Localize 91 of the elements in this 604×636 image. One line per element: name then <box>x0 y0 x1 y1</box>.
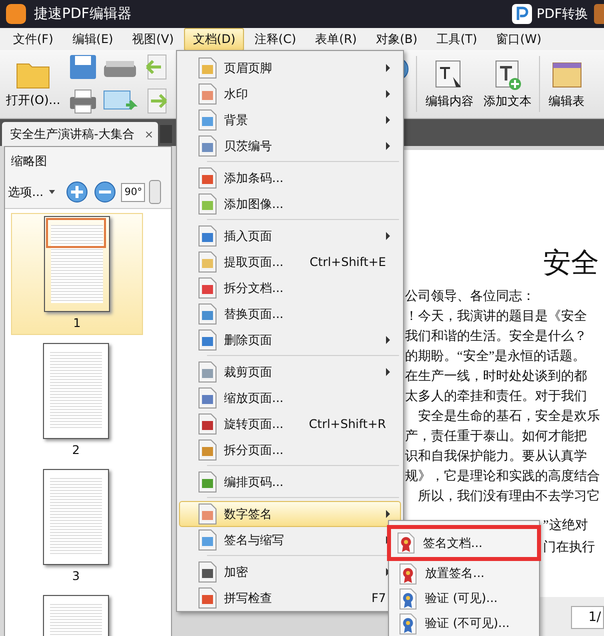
document-icon <box>198 251 218 273</box>
document-icon <box>198 57 218 79</box>
edit-form-button[interactable]: 编辑表 <box>546 58 586 110</box>
menu-item[interactable]: 编排页码... <box>179 469 401 495</box>
document-icon <box>198 387 218 409</box>
document-icon <box>198 503 218 525</box>
logo-icon <box>510 3 533 25</box>
menu-item[interactable]: 放置签名... <box>389 561 539 586</box>
page-number: 2 <box>72 442 80 459</box>
menu-item[interactable]: 添加条码... <box>179 165 401 191</box>
document-text: 公司领导、各位同志： <box>405 287 536 305</box>
document-icon <box>198 135 218 157</box>
document-icon <box>198 413 218 435</box>
document-text: 太多人的牵挂和责任。对于我们 <box>405 387 588 405</box>
menu-item[interactable]: 添加图像... <box>179 191 401 217</box>
page-number-field[interactable]: 1/ <box>571 606 604 628</box>
menu-item[interactable]: 工具(T) <box>427 28 486 50</box>
document-icon <box>198 529 218 551</box>
ribbon-icon <box>399 562 417 584</box>
menu-item[interactable]: 旋转页面... Ctrl+Shift+R <box>179 411 401 437</box>
document-text: 在生产一线，时时处处谈到的都 <box>405 367 588 385</box>
document-text: 产，责任重于泰山。如何才能把 <box>405 427 588 445</box>
menu-item[interactable]: 插入页面 <box>179 223 401 249</box>
document-tab[interactable]: 安全生产演讲稿-大集合 × <box>2 122 158 146</box>
document-icon <box>198 277 218 299</box>
menu-item[interactable]: 拆分文档... <box>179 275 401 301</box>
document-icon <box>198 109 218 131</box>
save-icon[interactable] <box>68 53 98 81</box>
menu-item[interactable]: 提取页面... Ctrl+Shift+E <box>179 249 401 275</box>
menu-item[interactable]: 对象(B) <box>366 28 426 50</box>
menu-item[interactable]: 签名文档... <box>387 525 541 561</box>
document-icon <box>198 587 218 609</box>
menu-item[interactable]: 数字签名 <box>179 501 401 527</box>
close-button[interactable]: × <box>144 128 154 140</box>
document-icon <box>198 83 218 105</box>
window-title: 捷速PDF编辑器 <box>34 5 132 23</box>
document-text: 规》，它是理论和实践的高度结合 <box>405 467 601 485</box>
document-icon <box>198 361 218 383</box>
menu-item[interactable]: 替换页面... <box>179 301 401 327</box>
menu-item[interactable]: 裁剪页面 <box>179 359 401 385</box>
zoom-out-icon[interactable] <box>93 180 118 204</box>
open-button[interactable]: 打开(O)... <box>4 60 62 108</box>
menu-item[interactable]: 编辑(E) <box>63 28 122 50</box>
page-number: 1 <box>73 315 81 332</box>
menu-item[interactable]: 背景 <box>179 107 401 133</box>
page-thumbnail[interactable]: 3 <box>11 467 141 587</box>
convert-button[interactable]: PDF转换 <box>504 3 594 25</box>
document-icon <box>198 193 218 215</box>
printer-icon[interactable] <box>68 87 98 115</box>
document-text: 门在执行 <box>543 538 596 556</box>
menu-item[interactable]: 拆分页面... <box>179 437 401 463</box>
menu-item[interactable]: 贝茨编号 <box>179 133 401 159</box>
document-icon <box>198 439 218 461</box>
menu-item[interactable]: 表单(R) <box>306 28 366 50</box>
rotate-button[interactable]: 90° <box>121 182 146 202</box>
menu-item[interactable]: 缩放页面... <box>179 385 401 411</box>
menu-item[interactable]: 文档(D) <box>184 28 244 50</box>
menu-item[interactable]: 视图(V) <box>123 28 183 50</box>
menu-item[interactable]: 水印 <box>179 81 401 107</box>
document-icon <box>198 225 218 247</box>
document-icon <box>198 329 218 351</box>
document-text: 安全是生命的基石，安全是欢乐 <box>417 407 601 425</box>
add-text-button[interactable]: 添加文本 <box>481 58 534 110</box>
document-heading: 安全 <box>543 247 600 281</box>
zoom-in-icon[interactable] <box>65 180 90 204</box>
document-text: 的期盼。“安全”是永恒的话题。 <box>405 347 587 365</box>
edit-content-button[interactable]: 编辑内容 <box>423 58 476 110</box>
ribbon-icon <box>399 588 417 610</box>
menu-item[interactable]: 页眉页脚 <box>179 55 401 81</box>
menu-item[interactable]: 验证 (不可见)... <box>389 611 539 636</box>
document-text: 我们和谐的生活。安全是什么？ <box>405 327 588 345</box>
menu-item[interactable]: 文件(F) <box>4 28 62 50</box>
document-icon <box>198 561 218 583</box>
document-text: 所以，我们没有理由不去学习它 <box>417 487 601 505</box>
menu-item[interactable]: 删除页面 <box>179 327 401 353</box>
app-logo-icon <box>6 4 26 24</box>
document-icon <box>198 471 218 493</box>
page-number: 3 <box>72 568 80 585</box>
dropdown-caret-icon[interactable] <box>49 190 56 194</box>
document-text: ！今天，我演讲的题目是《安全 <box>405 307 588 325</box>
options-dropdown[interactable]: 选项... <box>8 184 44 200</box>
menu-item[interactable]: 注释(C) <box>245 28 306 50</box>
document-text: 识和自我保护能力。要从认真学 <box>405 447 588 465</box>
ribbon-icon <box>397 532 415 554</box>
page-thumbnail[interactable]: 2 <box>11 341 141 461</box>
document-text: ”这绝对 <box>543 516 589 534</box>
document-icon <box>198 303 218 325</box>
page-thumbnail[interactable]: 1 <box>11 213 143 335</box>
menu-item[interactable]: 窗口(W) <box>487 28 550 50</box>
document-icon <box>198 167 218 189</box>
panel-title: 缩略图 <box>10 153 48 170</box>
